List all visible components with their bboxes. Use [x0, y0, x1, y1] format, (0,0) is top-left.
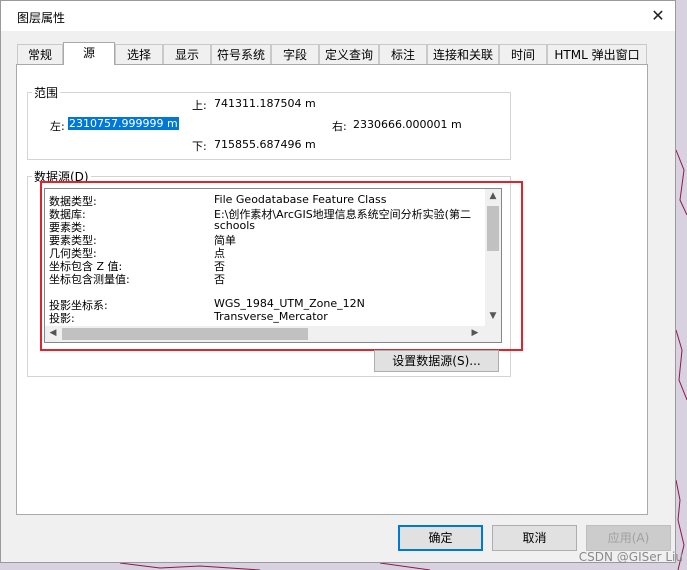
extent-right-label: 右: [332, 120, 347, 133]
tab-source[interactable]: 源 [63, 42, 115, 65]
title-bar: 图层属性 ✕ [1, 1, 675, 31]
extent-left-label: 左: [50, 120, 65, 133]
extent-bottom-label: 下: [192, 140, 207, 153]
cancel-button[interactable]: 取消 [492, 525, 577, 551]
tab-general[interactable]: 常规 [17, 44, 63, 64]
tab-selection[interactable]: 选择 [115, 44, 163, 64]
highlight-box [40, 181, 523, 351]
extent-top-value: 741311.187504 m [214, 97, 316, 110]
apply-button[interactable]: 应用(A) [586, 525, 671, 551]
dialog-title: 图层属性 [17, 11, 66, 25]
extent-group-label: 范围 [32, 84, 61, 101]
set-datasource-button[interactable]: 设置数据源(S)... [374, 350, 499, 372]
tab-joins-relates[interactable]: 连接和关联 [427, 44, 499, 64]
tab-definition-query[interactable]: 定义查询 [319, 44, 379, 64]
extent-right-value: 2330666.000001 m [353, 118, 462, 131]
extent-left-value[interactable]: 2310757.999999 m [68, 117, 179, 130]
tab-html-popup[interactable]: HTML 弹出窗口 [547, 44, 647, 64]
tab-strip: 常规 源 选择 显示 符号系统 字段 定义查询 标注 连接和关联 时间 HTML… [17, 42, 647, 65]
tab-labels[interactable]: 标注 [379, 44, 427, 64]
tab-symbology[interactable]: 符号系统 [211, 44, 271, 64]
close-icon[interactable]: ✕ [645, 3, 671, 29]
layer-properties-dialog: 图层属性 ✕ 常规 源 选择 显示 符号系统 字段 定义查询 标注 连接和关联 … [0, 0, 676, 563]
tab-fields[interactable]: 字段 [271, 44, 319, 64]
watermark: CSDN @GISer Liu [578, 550, 683, 564]
ok-button[interactable]: 确定 [398, 525, 483, 551]
tab-time[interactable]: 时间 [499, 44, 547, 64]
extent-top-label: 上: [192, 99, 207, 112]
extent-bottom-value: 715855.687496 m [214, 138, 316, 151]
tab-display[interactable]: 显示 [163, 44, 211, 64]
